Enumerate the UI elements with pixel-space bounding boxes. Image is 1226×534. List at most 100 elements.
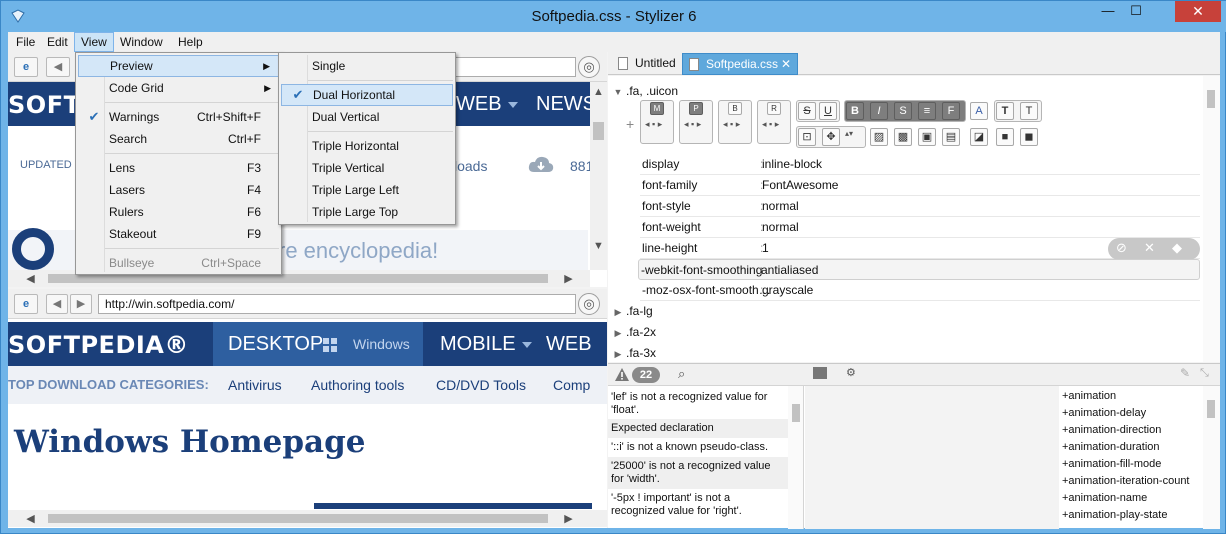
forward-button[interactable]: ▶ xyxy=(70,294,92,314)
search-icon[interactable]: ⌕ xyxy=(678,366,685,382)
property-value[interactable]: normal xyxy=(762,196,799,217)
property-row-selected[interactable]: -webkit-font-smoothing: antialiased xyxy=(638,259,1200,280)
font-size-button[interactable]: S xyxy=(894,102,912,120)
close-button[interactable]: ✕ xyxy=(1175,1,1221,22)
scroll-up-icon[interactable]: ▲ xyxy=(590,86,607,98)
back-button[interactable]: ◀ xyxy=(46,57,70,77)
warning-item[interactable]: '::i' is not a known pseudo-class. xyxy=(608,438,788,457)
refresh-icon[interactable]: ◎ xyxy=(578,293,600,315)
menu-item-triple-horizontal[interactable]: Triple Horizontal xyxy=(281,135,453,157)
warning-item[interactable]: Expected declaration xyxy=(608,419,788,438)
selector-icon[interactable]: ⚙ xyxy=(846,366,856,379)
menu-item-lasers[interactable]: Lasers F4 xyxy=(78,179,279,201)
menu-file[interactable]: File xyxy=(10,32,41,52)
autocomplete-item[interactable]: +animation xyxy=(1062,388,1202,405)
menu-item-warnings[interactable]: ✔ Warnings Ctrl+Shift+F xyxy=(78,106,279,128)
collapsed-triangle-icon[interactable]: ▶ xyxy=(610,302,626,323)
position-button[interactable]: ⊡ xyxy=(798,128,816,146)
collapsed-triangle-icon[interactable]: ▶ xyxy=(610,323,626,344)
warnings-scrollbar[interactable] xyxy=(788,386,803,529)
selector-row[interactable]: ▶ .fa-lg xyxy=(610,301,653,322)
top-url-input[interactable] xyxy=(454,57,576,77)
eyedropper-icon[interactable]: ✎ xyxy=(1180,366,1190,380)
close-tab-icon[interactable]: ✕ xyxy=(781,54,791,75)
scroll-thumb[interactable] xyxy=(1207,400,1215,418)
selector-row[interactable]: ▼ .fa, .uicon xyxy=(610,81,679,102)
tab-untitled[interactable]: Untitled xyxy=(612,53,682,75)
menu-item-single[interactable]: Single xyxy=(281,55,453,77)
inset-shadow-button[interactable]: ◼ xyxy=(1020,128,1038,146)
scroll-thumb[interactable] xyxy=(48,514,548,523)
box-border-control[interactable]: B ◂ ▪ ▸ xyxy=(718,100,752,144)
menu-view[interactable]: View xyxy=(74,32,114,52)
menu-item-code-grid[interactable]: Code Grid ▶ xyxy=(78,77,279,99)
scroll-thumb[interactable] xyxy=(593,122,604,140)
scroll-thumb[interactable] xyxy=(1207,90,1215,108)
strikethrough-button[interactable]: S xyxy=(798,102,816,120)
menu-item-stakeout[interactable]: Stakeout F9 xyxy=(78,223,279,245)
warning-icon[interactable]: ◆ xyxy=(1172,240,1182,256)
property-row[interactable]: font-family: FontAwesome xyxy=(640,175,1200,196)
selector-row[interactable]: ▶ .fa-3x xyxy=(610,343,656,364)
background-pattern-button[interactable]: ▩ xyxy=(894,128,912,146)
category-link[interactable]: Comp xyxy=(553,377,590,393)
nav-web[interactable]: WEB xyxy=(456,93,518,116)
box-margin-control[interactable]: M ◂ ▪ ▸ xyxy=(640,100,674,144)
nav-web[interactable]: WEB xyxy=(546,333,592,356)
collapsed-triangle-icon[interactable]: ▶ xyxy=(610,344,626,365)
background-image-button[interactable]: ▨ xyxy=(870,128,888,146)
bottom-horizontal-scrollbar[interactable]: ◀ ▶ xyxy=(8,510,607,527)
category-link[interactable]: CD/DVD Tools xyxy=(436,377,526,393)
warning-item[interactable]: '25000' is not a recognized value for 'w… xyxy=(608,457,788,489)
autocomplete-scrollbar[interactable] xyxy=(1203,386,1220,529)
nav-desktop[interactable]: DESKTOP xyxy=(228,333,323,356)
box-shadow-button[interactable]: ■ xyxy=(996,128,1014,146)
url-input[interactable]: http://win.softpedia.com/ xyxy=(98,294,576,314)
property-row[interactable]: font-style: normal xyxy=(640,196,1200,217)
menu-item-search[interactable]: Search Ctrl+F xyxy=(78,128,279,150)
minimize-button[interactable]: — xyxy=(1095,1,1121,22)
selector-row[interactable]: ▶ .fa-2x xyxy=(610,322,656,343)
nav-mobile[interactable]: MOBILE xyxy=(440,333,532,356)
property-value[interactable]: inline-block xyxy=(762,154,822,175)
property-value[interactable]: 1 xyxy=(762,238,769,259)
resize-icon[interactable]: ⤡ xyxy=(1200,367,1209,380)
background-position-button[interactable]: ▣ xyxy=(918,128,936,146)
underline-button[interactable]: U xyxy=(819,102,837,120)
autocomplete-item[interactable]: +animation-play-state xyxy=(1062,507,1202,524)
autocomplete-item[interactable]: +animation-direction xyxy=(1062,422,1202,439)
scroll-right-icon[interactable]: ▶ xyxy=(560,272,577,285)
menu-item-preview[interactable]: Preview ▶ xyxy=(78,55,279,77)
property-value[interactable]: grayscale xyxy=(762,280,813,301)
menu-item-dual-horizontal[interactable]: ✔ Dual Horizontal xyxy=(281,84,453,106)
scroll-thumb[interactable] xyxy=(48,274,548,283)
autocomplete-item[interactable]: +animation-fill-mode xyxy=(1062,456,1202,473)
text-transform-button[interactable]: T xyxy=(996,102,1014,120)
property-value[interactable]: normal xyxy=(762,217,799,238)
nav-news[interactable]: NEWS xyxy=(536,93,596,116)
menu-help[interactable]: Help xyxy=(172,32,209,52)
top-vertical-scrollbar[interactable]: ▲ ▼ xyxy=(590,82,607,270)
back-button[interactable]: ◀ xyxy=(46,294,68,314)
delete-icon[interactable]: ✕ xyxy=(1144,240,1155,256)
menu-item-lens[interactable]: Lens F3 xyxy=(78,157,279,179)
property-value[interactable]: FontAwesome xyxy=(762,175,838,196)
property-row[interactable]: font-weight: normal xyxy=(640,217,1200,238)
stepper-icon[interactable]: ▴▾ xyxy=(845,129,853,138)
menu-item-triple-vertical[interactable]: Triple Vertical xyxy=(281,157,453,179)
menu-item-rulers[interactable]: Rulers F6 xyxy=(78,201,279,223)
tab-softpedia-css[interactable]: Softpedia.css ✕ xyxy=(682,53,798,75)
refresh-icon[interactable]: ◎ xyxy=(578,56,600,78)
property-row[interactable]: -moz-osx-font-smooth…: grayscale xyxy=(640,280,1200,301)
browser-engine-icon[interactable]: e xyxy=(14,57,38,77)
property-value[interactable]: antialiased xyxy=(761,260,818,281)
menu-item-dual-vertical[interactable]: Dual Vertical xyxy=(281,106,453,128)
menu-edit[interactable]: Edit xyxy=(41,32,74,52)
background-size-button[interactable]: ▤ xyxy=(942,128,960,146)
editor-scrollbar[interactable] xyxy=(1203,76,1220,362)
disable-icon[interactable]: ⊘ xyxy=(1116,240,1127,256)
category-link[interactable]: Authoring tools xyxy=(311,377,404,393)
add-icon[interactable]: + xyxy=(626,116,634,132)
scroll-thumb[interactable] xyxy=(792,404,800,422)
warning-item[interactable]: 'lef' is not a recognized value for 'flo… xyxy=(608,388,788,420)
